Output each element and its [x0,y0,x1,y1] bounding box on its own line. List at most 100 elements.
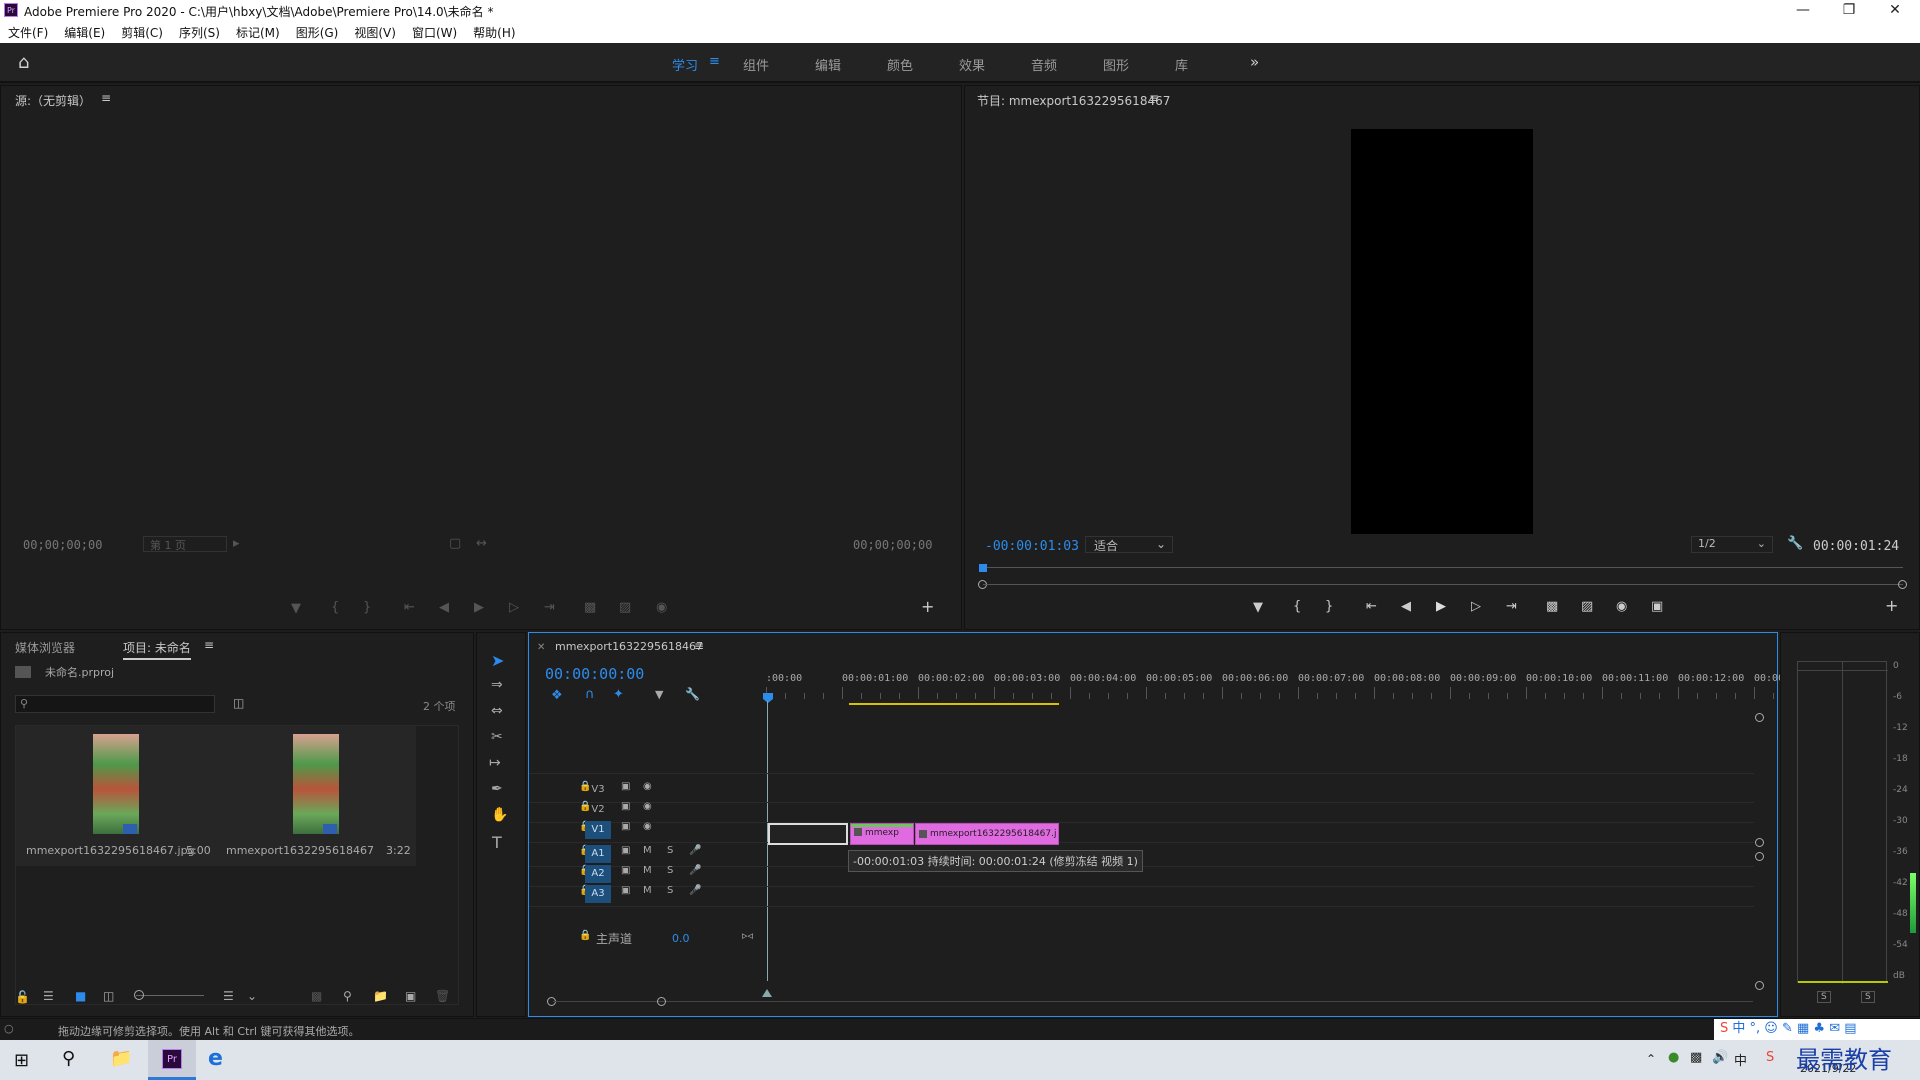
v1-gap-selected[interactable] [768,823,848,845]
new-item-icon[interactable]: ▣ [405,989,416,1003]
work-area-bar[interactable] [849,703,1059,705]
track-target-a3[interactable]: A3 [585,885,611,903]
sync-lock-icon[interactable]: ▣ [621,845,630,856]
workspace-assembly[interactable]: 组件 [743,55,769,74]
input-method-icon[interactable]: 中 [1734,1050,1747,1069]
play-icon[interactable]: ▶ [474,600,484,615]
workspace-graphics[interactable]: 图形 [1103,55,1129,74]
mark-in-icon[interactable]: { [331,600,339,615]
freeform-view-icon[interactable]: ◫ [103,989,114,1003]
master-track-value[interactable]: 0.0 [672,932,690,945]
play-icon[interactable]: ▶ [1436,599,1446,614]
menu-window[interactable]: 窗口(W) [404,22,465,41]
menu-help[interactable]: 帮助(H) [465,22,523,41]
mark-in-icon[interactable]: { [1293,599,1301,614]
menu-edit[interactable]: 编辑(E) [56,22,113,41]
automate-sequence-icon[interactable]: ▩ [311,989,322,1003]
type-tool-icon[interactable]: T [492,833,502,852]
wrench-icon[interactable]: 🔧 [1787,536,1803,551]
track-target-a1[interactable]: A1 [585,845,611,863]
zoom-bar[interactable] [983,584,1903,585]
mark-out-icon[interactable]: } [1325,599,1333,614]
mute-button[interactable]: M [643,845,652,856]
video-scroll-handle[interactable] [1755,838,1764,847]
program-scrub-ruler[interactable] [983,567,1903,568]
sogou-icon[interactable]: S [1766,1050,1774,1065]
timeline-timecode[interactable]: 00:00:00:00 [545,665,644,683]
menu-clip[interactable]: 剪辑(C) [113,22,171,41]
video-scroll-handle[interactable] [1755,713,1764,722]
workspace-audio[interactable]: 音频 [1031,55,1057,74]
go-to-edit-icon[interactable]: ▹◃ [742,929,753,942]
track-target-a2[interactable]: A2 [585,865,611,883]
project-item[interactable]: mmexport1632295618467 3:22 [216,726,416,866]
menu-view[interactable]: 视图(V) [346,22,404,41]
wrench-icon[interactable]: 🔧 [685,687,700,701]
step-back-icon[interactable]: ◀ [439,600,449,615]
volume-icon[interactable]: 🔊 [1712,1050,1728,1065]
network-icon[interactable]: ▩ [1690,1050,1702,1065]
marker-icon[interactable]: ▼ [291,601,301,616]
program-timecode-left[interactable]: -00:00:01:03 [985,539,1079,554]
file-explorer-icon[interactable]: 📁 [110,1048,132,1069]
tray-app-icon[interactable]: ● [1668,1050,1679,1065]
sogou-icon[interactable]: S [1720,1021,1728,1036]
go-to-in-icon[interactable]: ⇤ [404,600,415,615]
hand-tool-icon[interactable]: ✋ [491,807,508,823]
restore-button[interactable]: ❐ [1826,0,1872,22]
insert-icon[interactable]: ▩ [584,600,596,615]
lock-icon[interactable]: 🔓 [15,990,30,1004]
go-to-out-icon[interactable]: ⇥ [544,600,555,615]
safe-margin-icon[interactable]: ▢ [449,536,461,551]
more-workspaces-icon[interactable]: » [1250,53,1259,71]
audio-scroll-handle[interactable] [1755,852,1764,861]
tray-chevron-up-icon[interactable]: ⌃ [1646,1052,1656,1066]
marker-icon[interactable]: ▼ [1253,600,1263,615]
step-forward-icon[interactable]: ▷ [1471,599,1481,614]
workspace-menu-icon[interactable]: ≡ [709,54,720,69]
menu-graphics[interactable]: 图形(G) [288,22,347,41]
mark-out-icon[interactable]: } [363,600,371,615]
sync-lock-icon[interactable]: ▣ [621,821,630,832]
razor-tool-icon[interactable]: ✂ [491,729,503,745]
timeline-zoom-bar[interactable] [553,1001,1753,1002]
panel-menu-icon[interactable]: ≡ [694,639,704,653]
workspace-learn[interactable]: 学习 [672,55,698,74]
go-to-out-icon[interactable]: ⇥ [1506,599,1517,614]
sync-lock-icon[interactable]: ▣ [621,781,630,792]
close-button[interactable]: ✕ [1872,0,1918,22]
panel-menu-icon[interactable]: ≡ [1149,91,1159,105]
workspace-libraries[interactable]: 库 [1175,55,1188,74]
quality-select[interactable]: 1/2 ⌄ [1691,536,1773,553]
ripple-edit-tool-icon[interactable]: ⇔ [491,703,503,719]
solo-button[interactable]: S [667,885,673,896]
project-item[interactable]: mmexport1632295618467.jpg 5:00 [16,726,216,866]
timeline-tab[interactable]: mmexport1632295618467 [555,640,703,653]
timeline-zoom-right[interactable] [657,997,666,1006]
sync-lock-icon[interactable]: ▣ [621,865,630,876]
panel-menu-icon[interactable]: ≡ [204,638,214,652]
taskbar-premiere[interactable]: Pr [148,1040,196,1080]
source-timecode-left[interactable]: 00;00;00;00 [23,538,102,552]
ime-toolbar[interactable]: S 中 °, ☺ ✎ ▦ ♣ ✉ ▤ [1714,1019,1920,1041]
lock-icon[interactable]: 🔒 [579,930,591,941]
slip-tool-icon[interactable]: ↦ [489,755,501,771]
add-marker-icon[interactable]: ▼ [655,688,663,701]
selection-tool-icon[interactable]: ➤ [491,651,504,670]
windows-start-icon[interactable]: ⊞ [14,1050,29,1071]
program-playhead[interactable] [979,564,987,572]
solo-left-button[interactable]: S [1817,991,1831,1003]
eye-icon[interactable]: ◉ [643,801,652,812]
panel-menu-icon[interactable]: ≡ [101,91,111,105]
solo-button[interactable]: S [667,845,673,856]
track-target-v3[interactable]: V3 [585,781,611,799]
go-to-in-icon[interactable]: ⇤ [1366,599,1377,614]
page-next-icon[interactable]: ▸ [233,536,240,551]
tab-project[interactable]: 项目: 未命名 [123,639,191,660]
edge-browser-icon[interactable]: e [208,1046,223,1071]
expand-icon[interactable]: ↔ [476,536,487,551]
project-search-input[interactable]: ⚲ [15,695,215,713]
zoom-slider-handle[interactable] [134,990,144,1000]
menu-file[interactable]: 文件(F) [0,22,56,41]
compare-view-icon[interactable]: ▣ [1651,599,1663,614]
